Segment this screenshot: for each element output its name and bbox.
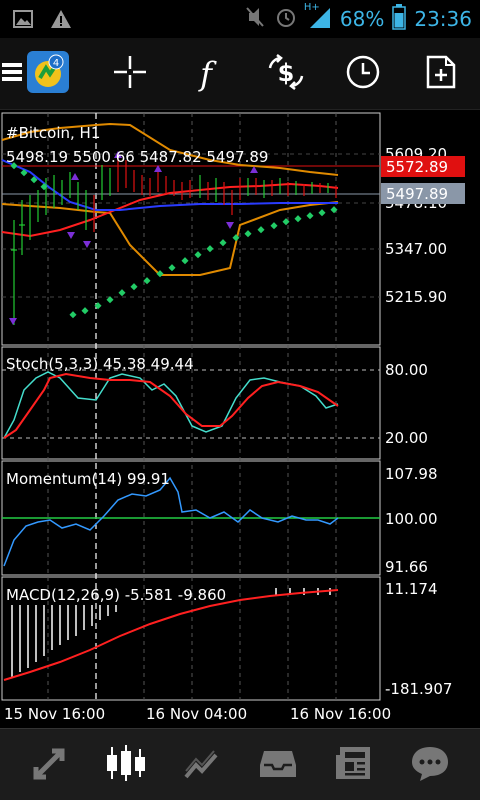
history-icon <box>258 743 298 787</box>
candles-up <box>11 165 329 325</box>
symbol-change-icon: $ <box>264 54 308 94</box>
crosshair-button[interactable] <box>106 50 154 98</box>
chart-canvas[interactable]: #Bitcoin, H1 5498.19 5500.66 5487.82 549… <box>0 110 480 728</box>
momentum-label: Momentum(14) 99.91 <box>6 470 170 488</box>
symbol-change-button[interactable]: $ <box>262 50 310 98</box>
warning-notification-icon <box>50 8 72 34</box>
timeframe-button[interactable] <box>339 50 387 98</box>
add-document-icon <box>426 55 456 93</box>
menu-icon <box>2 61 22 87</box>
nav-quotes[interactable] <box>22 739 78 791</box>
nav-history[interactable] <box>250 739 306 791</box>
time-axis-label: 15 Nov 16:00 <box>4 705 105 723</box>
ask-price-label: 5572.89 <box>386 158 448 176</box>
indicators-button[interactable]: f <box>182 50 230 98</box>
stoch-label: Stoch(5,3,3) 45.38 49.44 <box>6 355 194 373</box>
macd-label: MACD(12,26,9) -5.581 -9.860 <box>6 586 226 604</box>
signal-icon: H+ <box>304 2 332 34</box>
quotes-icon <box>30 743 70 787</box>
momentum-level-label: 100.00 <box>385 510 438 528</box>
symbol-timeframe-label: #Bitcoin, H1 <box>6 124 100 142</box>
bid-price-label: 5497.89 <box>386 185 448 203</box>
battery-percent: 68% <box>339 7 385 31</box>
svg-text:4: 4 <box>53 58 59 69</box>
function-icon: f <box>200 55 212 93</box>
nav-chat[interactable] <box>402 739 458 791</box>
mute-icon <box>244 5 266 33</box>
vertical-grid <box>47 113 337 700</box>
news-icon <box>334 743 374 787</box>
time-axis-label: 16 Nov 16:00 <box>290 705 391 723</box>
macd-level-label: 11.174 <box>385 580 438 598</box>
new-order-button[interactable] <box>417 50 465 98</box>
status-bar: H+ 68% 23:36 <box>0 0 480 38</box>
stoch-level-label: 20.00 <box>385 429 428 447</box>
gallery-notification-icon <box>12 8 34 34</box>
stoch-level-label: 80.00 <box>385 361 428 379</box>
nav-chart[interactable] <box>98 739 154 791</box>
crosshair-icon <box>113 55 147 93</box>
alarm-icon <box>274 5 298 33</box>
chart-icon <box>104 743 148 787</box>
battery-icon <box>392 4 407 34</box>
clock-icon <box>346 55 380 93</box>
metatrader-logo-icon: 4 <box>26 50 70 98</box>
chart-area[interactable]: #Bitcoin, H1 5498.19 5500.66 5487.82 549… <box>0 110 480 728</box>
svg-text:$: $ <box>278 59 295 87</box>
clock-time: 23:36 <box>414 7 472 31</box>
momentum-level-label: 107.98 <box>385 465 438 483</box>
price-axis-label: 5347.00 <box>385 240 447 258</box>
macd-level-label: -181.907 <box>385 680 452 698</box>
chat-icon <box>410 743 450 787</box>
momentum-level-label: 91.66 <box>385 558 428 576</box>
time-axis-label: 16 Nov 04:00 <box>146 705 247 723</box>
trade-icon <box>182 743 222 787</box>
chart-toolbar: 4 f $ <box>0 38 480 110</box>
metatrader-logo[interactable]: 4 <box>24 50 72 98</box>
nav-news[interactable] <box>326 739 382 791</box>
bottom-navigation <box>0 728 480 800</box>
ohlc-label: 5498.19 5500.66 5487.82 5497.89 <box>6 148 268 166</box>
price-axis-label: 5215.90 <box>385 288 447 306</box>
nav-trade[interactable] <box>174 739 230 791</box>
